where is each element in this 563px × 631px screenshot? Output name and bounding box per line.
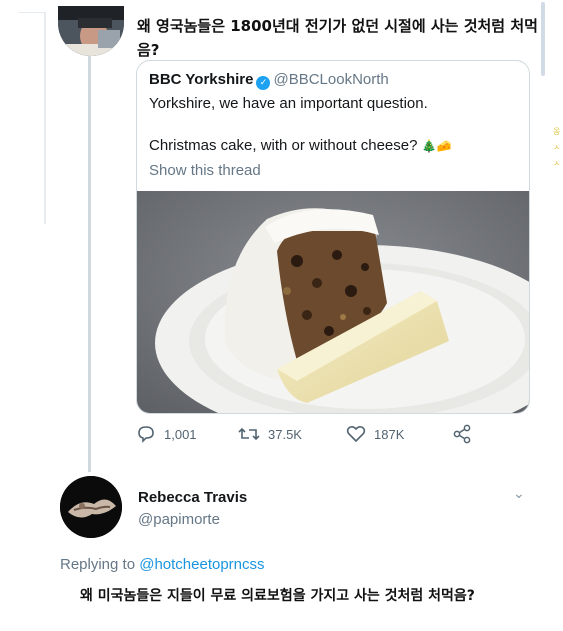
reply-icon (138, 426, 154, 443)
quoted-author-handle[interactable]: @BBCLookNorth (273, 71, 388, 88)
tweet-text: 왜 영국놈들은 1800년대 전기가 없던 시절에 사는 것처럼 처먹음? (137, 17, 538, 59)
share-button[interactable] (452, 424, 472, 444)
replying-to: Replying to @hotcheetoprncss (60, 556, 265, 573)
show-thread-link[interactable]: Show this thread (149, 162, 261, 179)
quoted-author-name[interactable]: BBC Yorkshire (149, 71, 253, 88)
side-glyph: ㅅ (553, 143, 561, 152)
quoted-tweet-header: BBC Yorkshire ✓ @BBCLookNorth (149, 71, 519, 90)
heart-icon (346, 425, 366, 443)
like-count: 187K (374, 426, 405, 442)
author-name[interactable]: Rebecca Travis (138, 489, 247, 506)
quoted-tweet-question: Christmas cake, with or without cheese? … (149, 137, 452, 154)
left-guide-line (44, 12, 46, 224)
thread-connector-line (88, 52, 91, 472)
christmas-tree-icon: 🎄 (421, 139, 437, 153)
avatar[interactable] (60, 476, 122, 538)
quoted-tweet-line: Yorkshire, we have an important question… (149, 95, 428, 112)
retweet-icon (238, 427, 260, 441)
side-glyph: 옹 (553, 127, 561, 136)
like-button[interactable]: 187K (346, 424, 404, 444)
reply-button[interactable]: 1,001 (136, 424, 197, 444)
author-handle[interactable]: @papimorte (138, 511, 220, 528)
side-glyph: ㅅ (553, 159, 561, 168)
quoted-tweet-line: Christmas cake, with or without cheese? (149, 137, 418, 154)
tweet-actions: 1,001 37.5K 187K (136, 424, 530, 448)
left-divider (18, 12, 46, 13)
mention-link[interactable]: @hotcheetoprncss (139, 556, 264, 573)
reply-count: 1,001 (164, 426, 197, 442)
verified-icon: ✓ (256, 76, 271, 90)
avatar[interactable] (58, 6, 124, 56)
quoted-tweet-card[interactable]: BBC Yorkshire ✓ @BBCLookNorth Yorkshire, w… (136, 60, 530, 414)
retweet-count: 37.5K (268, 426, 302, 442)
chevron-down-icon[interactable]: ⌄ (513, 486, 525, 502)
share-icon (453, 424, 471, 444)
replying-prefix: Replying to (60, 556, 136, 573)
retweet-button[interactable]: 37.5K (238, 424, 302, 444)
tweet-photo[interactable] (137, 191, 529, 413)
side-glyphs: 옹 ㅅ ㅅ (553, 124, 561, 172)
tweet-text: 왜 미국놈들은 지들이 무료 의료보험을 가지고 사는 것처럼 처먹음? (80, 588, 475, 604)
cheese-icon: 🧀 (436, 139, 452, 153)
